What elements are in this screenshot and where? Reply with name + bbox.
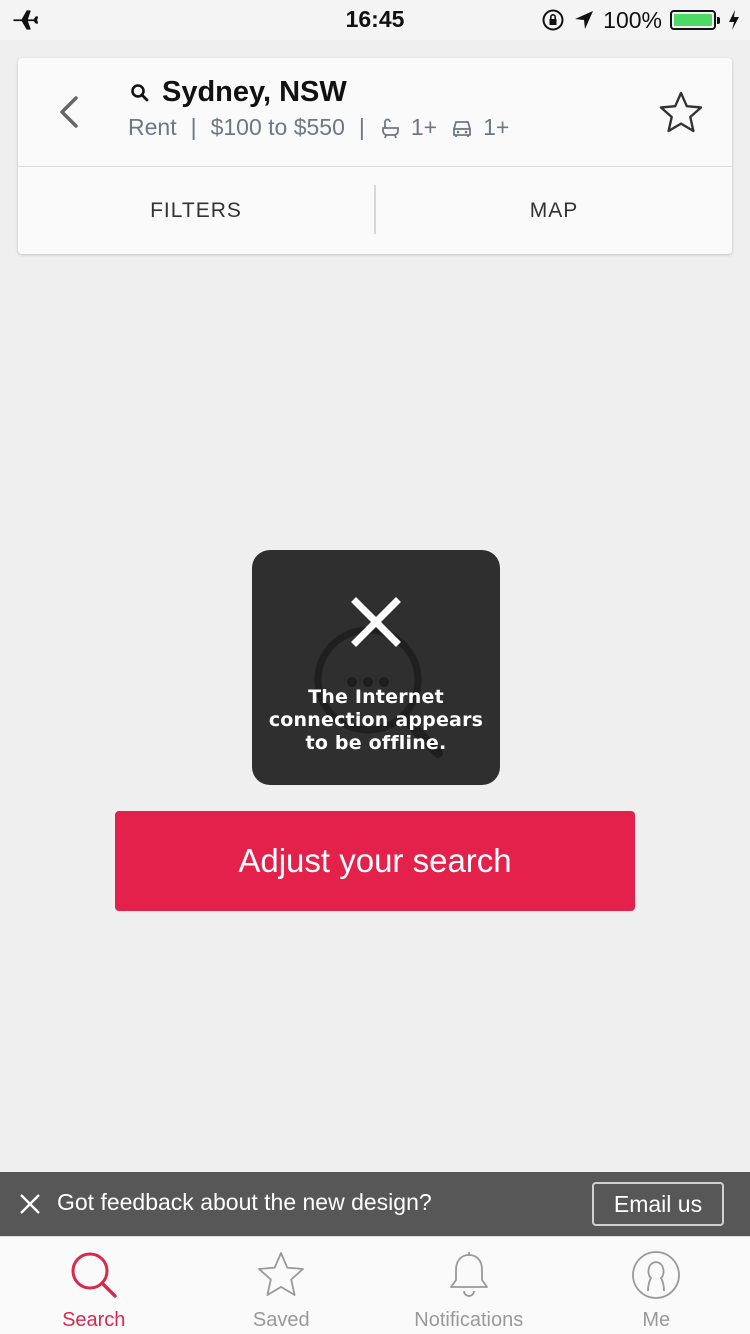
bell-icon	[449, 1252, 488, 1297]
parking-criteria: 1+	[451, 114, 509, 141]
save-search-star-icon[interactable]	[658, 90, 704, 136]
star-icon	[258, 1252, 305, 1296]
feedback-banner: Got feedback about the new design? Email…	[0, 1172, 750, 1236]
close-x-icon	[351, 597, 401, 647]
orientation-lock-icon	[542, 9, 564, 31]
charging-bolt-icon	[729, 10, 739, 30]
bath-icon	[381, 118, 399, 138]
feedback-text: Got feedback about the new design?	[57, 1189, 432, 1215]
bottom-tab-bar: Search Saved Notifications Me	[0, 1236, 750, 1334]
tab-saved[interactable]: Saved	[188, 1237, 376, 1334]
listing-type: Rent	[128, 114, 177, 140]
car-icon	[453, 120, 471, 137]
tab-label: Notifications	[414, 1309, 524, 1331]
user-icon	[632, 1251, 681, 1299]
status-right: 100%	[541, 7, 740, 33]
battery-percent: 100%	[603, 6, 662, 33]
location-arrow-icon	[575, 11, 594, 29]
search-location: Sydney, NSW	[162, 76, 347, 108]
tab-search[interactable]: Search	[0, 1237, 188, 1334]
tab-label: Saved	[252, 1309, 310, 1331]
toast-message: The Internet connection appears to be of…	[268, 686, 484, 754]
search-card-actions: FILTERS MAP	[18, 167, 732, 254]
back-chevron-icon[interactable]	[52, 90, 88, 134]
filters-button[interactable]: FILTERS	[18, 167, 374, 254]
close-icon[interactable]	[18, 1192, 42, 1216]
tab-notifications[interactable]: Notifications	[375, 1237, 563, 1334]
search-criteria[interactable]: Rent | $100 to $550 | 1+ 1+	[128, 114, 509, 141]
battery-icon	[670, 10, 720, 30]
status-bar: 16:45 100%	[0, 0, 750, 40]
criteria-separator: |	[358, 114, 365, 140]
search-icon	[131, 83, 149, 101]
tab-label: Me	[642, 1309, 671, 1331]
search-icon	[71, 1252, 117, 1298]
tab-me[interactable]: Me	[563, 1237, 750, 1334]
price-range: $100 to $550	[210, 114, 345, 140]
email-us-button[interactable]: Email us	[592, 1182, 724, 1226]
map-button[interactable]: MAP	[376, 167, 732, 254]
search-location-row[interactable]: Sydney, NSW	[130, 76, 347, 109]
offline-toast: The Internet connection appears to be of…	[252, 550, 500, 785]
parking-count: 1+	[483, 114, 510, 140]
adjust-search-button[interactable]: Adjust your search	[115, 811, 635, 911]
bathroom-criteria: 1+	[379, 114, 437, 141]
search-summary-card: Sydney, NSW Rent | $100 to $550 | 1+ 1+	[18, 58, 732, 254]
bathroom-count: 1+	[410, 114, 438, 140]
criteria-separator: |	[190, 114, 197, 140]
tab-label: Search	[62, 1309, 126, 1331]
